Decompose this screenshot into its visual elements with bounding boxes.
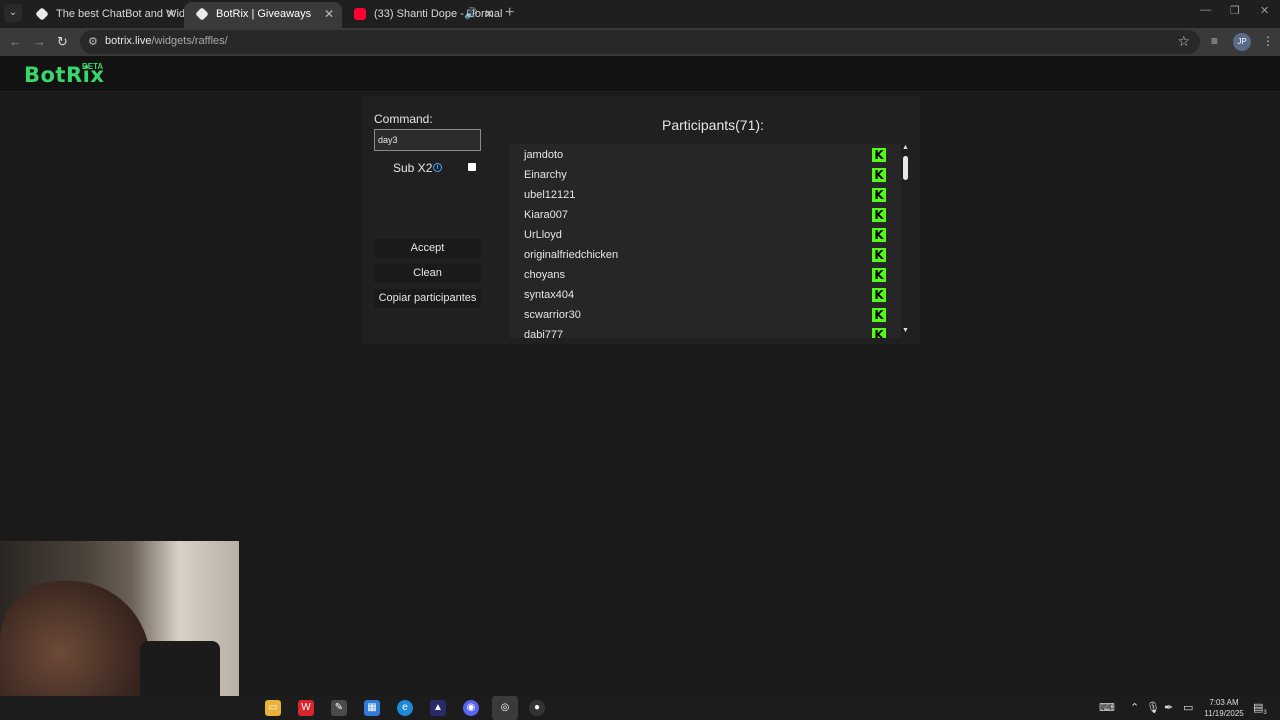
close-icon[interactable]: ✕ bbox=[166, 2, 176, 26]
webcam-overlay bbox=[0, 541, 239, 720]
bookmark-star-icon[interactable]: ☆ bbox=[1177, 33, 1190, 50]
profile-avatar[interactable]: JP bbox=[1233, 33, 1251, 51]
participant-name: dabi777 bbox=[524, 329, 564, 338]
tab-youtube[interactable]: (33) Shanti Dope - Normalia 🔊 ✕ bbox=[342, 2, 502, 28]
kick-icon: K bbox=[872, 268, 886, 282]
participant-name: Einarchy bbox=[524, 169, 567, 181]
participant-name: originalfriedchicken bbox=[524, 249, 619, 261]
participants-scrollbar[interactable]: ▲ ▼ bbox=[902, 144, 910, 338]
list-item[interactable]: Einarchy K bbox=[509, 165, 889, 185]
list-item[interactable]: UrLloyd K bbox=[509, 225, 889, 245]
sub-x2-label: Sub X2 bbox=[393, 161, 433, 175]
clock-date: 11/19/2025 bbox=[1204, 709, 1244, 718]
tab-title: BotRix | Giveaways bbox=[216, 8, 312, 20]
edge-icon[interactable]: e bbox=[397, 700, 413, 716]
info-icon[interactable]: i bbox=[433, 163, 442, 172]
discord-icon[interactable]: ◉ bbox=[463, 700, 479, 716]
minimize-icon[interactable]: — bbox=[1200, 4, 1211, 16]
reading-list-icon[interactable]: ≡ bbox=[1211, 34, 1218, 48]
participant-name: choyans bbox=[524, 269, 565, 281]
list-item[interactable]: originalfriedchicken K bbox=[509, 245, 889, 265]
tray-chevron-icon[interactable]: ⌃ bbox=[1130, 701, 1139, 714]
kick-icon: K bbox=[872, 148, 886, 162]
clock-time: 7:03 AM bbox=[1209, 698, 1239, 707]
menu-kebab-icon[interactable]: ⋮ bbox=[1262, 34, 1274, 48]
browser-tab-bar: ⌄ The best ChatBot and Widgets ✕ BotRix … bbox=[0, 0, 1280, 28]
browser-toolbar: ← → ↻ ⚙ botrix.live/widgets/raffles/ ☆ ≡… bbox=[0, 28, 1280, 56]
participant-name: scwarrior30 bbox=[524, 309, 581, 321]
tab-title: The best ChatBot and Widgets bbox=[56, 8, 184, 20]
new-tab-icon[interactable]: + bbox=[505, 4, 514, 22]
raffle-panel: Command: Sub X2 i Accept Clean Copiar pa… bbox=[362, 96, 920, 344]
wps-office-icon[interactable]: W bbox=[298, 700, 314, 716]
kick-icon: K bbox=[872, 208, 886, 222]
tab-search-chevron-icon[interactable]: ⌄ bbox=[4, 4, 22, 22]
chrome-icon[interactable]: ◎ bbox=[492, 696, 518, 720]
scroll-down-arrow-icon[interactable]: ▼ bbox=[902, 327, 909, 334]
kick-icon: K bbox=[872, 328, 886, 338]
kick-icon: K bbox=[872, 288, 886, 302]
accept-button[interactable]: Accept bbox=[374, 239, 481, 258]
participant-name: UrLloyd bbox=[524, 229, 562, 241]
notification-icon[interactable]: ▤3 bbox=[1253, 701, 1267, 716]
restore-icon[interactable]: ❐ bbox=[1230, 4, 1240, 17]
copy-participants-button[interactable]: Copiar participantes bbox=[374, 289, 481, 308]
participants-title: Participants(71): bbox=[662, 117, 764, 133]
clock[interactable]: 7:03 AM 11/19/2025 bbox=[1196, 697, 1252, 719]
botrix-icon bbox=[35, 7, 49, 21]
command-input[interactable] bbox=[374, 129, 481, 151]
kick-icon: K bbox=[872, 168, 886, 182]
tab-giveaways[interactable]: BotRix | Giveaways ✕ bbox=[184, 2, 342, 28]
url-text[interactable]: botrix.live/widgets/raffles/ bbox=[105, 35, 228, 47]
list-item[interactable]: scwarrior30 K bbox=[509, 305, 889, 325]
kick-icon: K bbox=[872, 248, 886, 262]
command-label: Command: bbox=[374, 112, 433, 126]
microphone-icon[interactable]: 🎙 bbox=[1146, 701, 1160, 714]
tab-title: (33) Shanti Dope - Normalia bbox=[374, 8, 502, 20]
calculator-icon[interactable]: ▦ bbox=[364, 700, 380, 716]
site-navbar: BotRix BETA bbox=[0, 56, 1280, 92]
close-icon[interactable]: ✕ bbox=[324, 2, 334, 26]
file-explorer-icon[interactable]: ▭ bbox=[265, 700, 281, 716]
list-item[interactable]: ubel12121 K bbox=[509, 185, 889, 205]
forward-icon[interactable]: → bbox=[33, 34, 46, 50]
speaker-icon[interactable]: 🔊 bbox=[464, 2, 478, 26]
obs-icon[interactable]: ● bbox=[529, 700, 545, 716]
close-icon[interactable]: ✕ bbox=[484, 2, 494, 26]
botrix-icon bbox=[195, 7, 209, 21]
sub-x2-checkbox[interactable] bbox=[468, 163, 476, 171]
list-item[interactable]: dabi777 K bbox=[509, 325, 889, 338]
battery-icon[interactable]: ▭ bbox=[1183, 701, 1193, 714]
notification-count: 3 bbox=[1263, 710, 1267, 717]
list-item[interactable]: choyans K bbox=[509, 265, 889, 285]
participant-name: Kiara007 bbox=[524, 209, 569, 221]
reload-icon[interactable]: ↻ bbox=[57, 34, 68, 50]
kick-icon: K bbox=[872, 308, 886, 322]
tab-chatbot[interactable]: The best ChatBot and Widgets ✕ bbox=[24, 2, 184, 28]
participant-name: ubel12121 bbox=[524, 189, 576, 201]
participant-name: jamdoto bbox=[524, 149, 564, 161]
kick-icon: K bbox=[872, 188, 886, 202]
paint-icon[interactable]: ✎ bbox=[331, 700, 347, 716]
site-info-icon[interactable]: ⚙ bbox=[88, 35, 98, 48]
youtube-icon bbox=[354, 8, 366, 20]
scroll-up-arrow-icon[interactable]: ▲ bbox=[902, 144, 909, 151]
participant-name: syntax404 bbox=[524, 289, 575, 301]
kick-icon: K bbox=[872, 228, 886, 242]
scrollbar-thumb[interactable] bbox=[903, 156, 908, 180]
app-icon[interactable]: ▲ bbox=[430, 700, 446, 716]
participants-list[interactable]: jamdoto K Einarchy K ubel12121 K Kiara007 K … bbox=[509, 144, 901, 338]
back-icon[interactable]: ← bbox=[9, 34, 22, 50]
window-close-icon[interactable]: ✕ bbox=[1260, 4, 1269, 17]
list-item[interactable]: Kiara007 K bbox=[509, 205, 889, 225]
list-item[interactable]: jamdoto K bbox=[509, 145, 889, 165]
keyboard-icon[interactable]: ⌨ bbox=[1099, 701, 1115, 714]
pen-icon[interactable]: ✒ bbox=[1164, 701, 1173, 714]
windows-taskbar: ▭ W ✎ ▦ e ▲ ◉ ◎ ● ⌨ ⌃ 🎙 ✒ ▭ 7:03 AM 11/1… bbox=[0, 696, 1280, 720]
clean-button[interactable]: Clean bbox=[374, 264, 481, 283]
address-bar[interactable]: ⚙ botrix.live/widgets/raffles/ ☆ bbox=[80, 30, 1200, 54]
list-item[interactable]: syntax404 K bbox=[509, 285, 889, 305]
beta-badge: BETA bbox=[82, 62, 104, 71]
